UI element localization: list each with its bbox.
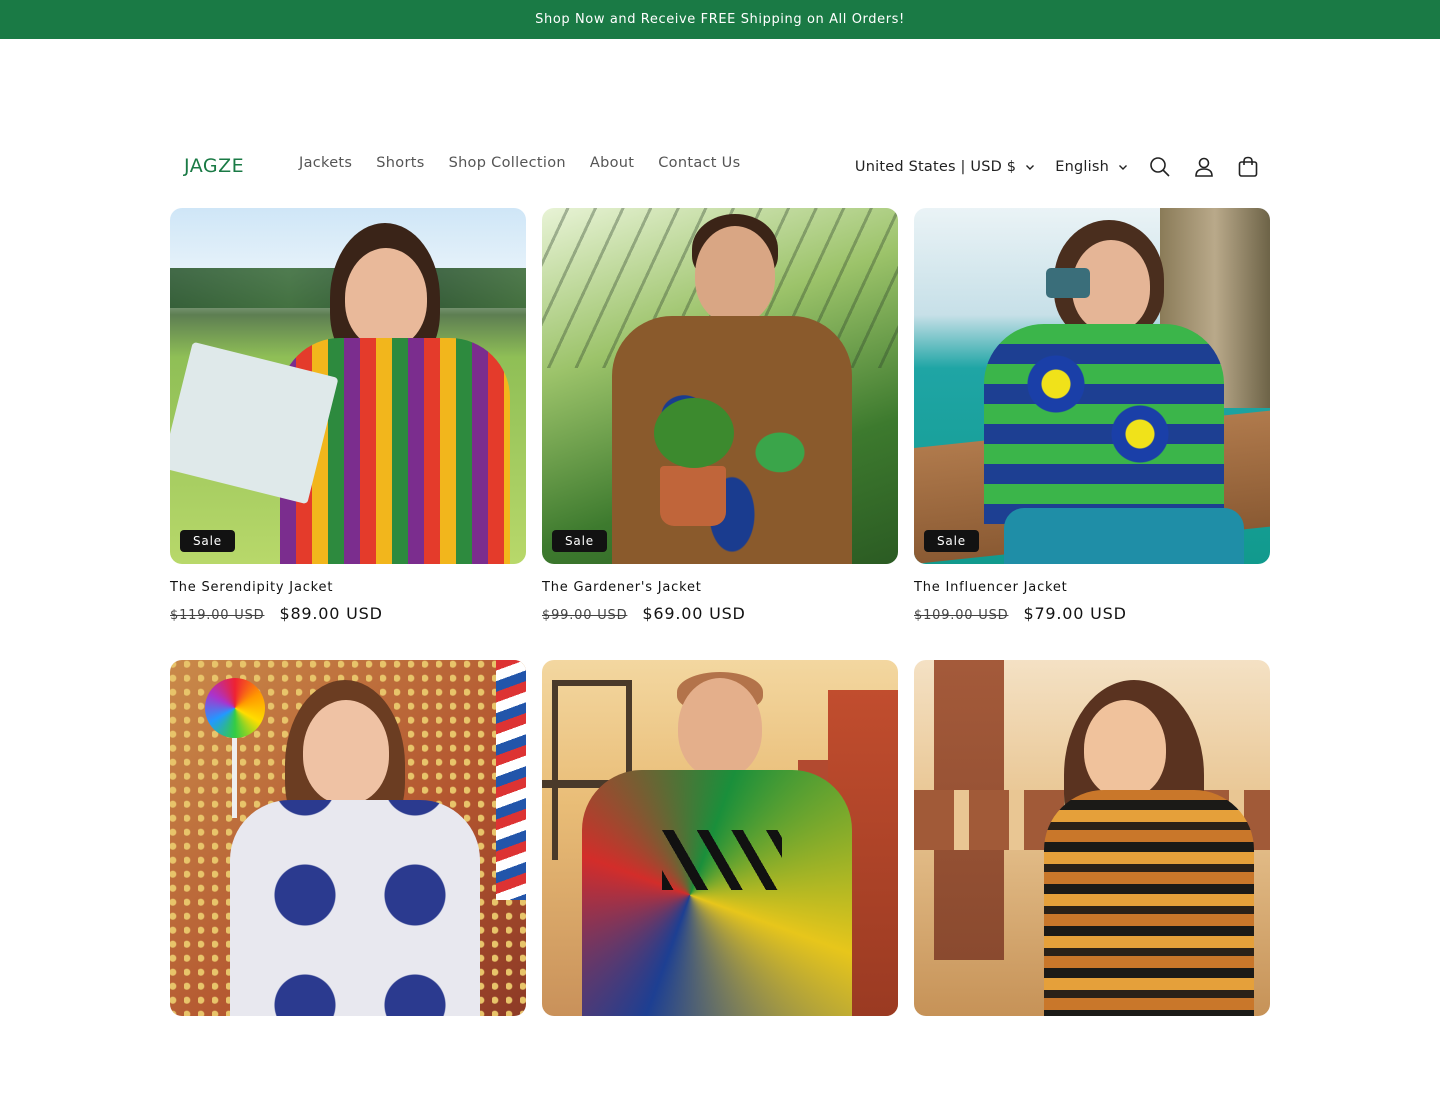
announcement-bar: Shop Now and Receive FREE Shipping on Al… [0,0,1440,39]
product-card[interactable] [914,660,1270,1112]
product-title[interactable]: The Serendipity Jacket [170,580,526,595]
account-icon[interactable] [1182,145,1226,189]
product-card[interactable] [170,660,526,1112]
store-logo[interactable]: JAGZE [184,155,244,177]
compare-price: $119.00 USD [170,608,265,623]
product-image[interactable] [170,660,526,1016]
nav-item-contact-us[interactable]: Contact Us [646,149,752,177]
main-nav: Jackets Shorts Shop Collection About Con… [287,149,752,177]
product-card[interactable]: Sale The Gardener's Jacket $99.00 USD $6… [542,208,898,660]
product-card[interactable]: Sale The Serendipity Jacket $119.00 USD … [170,208,526,660]
product-title[interactable]: The Gardener's Jacket [542,580,898,595]
search-icon[interactable] [1138,145,1182,189]
language-selector-label: English [1055,159,1109,175]
product-title[interactable]: The Influencer Jacket [914,580,1270,595]
product-card[interactable] [542,660,898,1112]
product-image[interactable] [542,660,898,1016]
price-row: $119.00 USD $89.00 USD [170,604,526,623]
country-selector-label: United States | USD $ [854,159,1017,175]
product-image[interactable]: Sale [170,208,526,564]
product-image[interactable]: Sale [914,208,1270,564]
sale-badge: Sale [552,530,607,552]
chevron-down-icon [1025,162,1035,172]
product-card[interactable]: Sale The Influencer Jacket $109.00 USD $… [914,208,1270,660]
country-selector[interactable]: United States | USD $ [845,151,1045,183]
nav-item-shop-collection[interactable]: Shop Collection [437,149,578,177]
nav-item-jackets[interactable]: Jackets [287,149,364,177]
price-row: $109.00 USD $79.00 USD [914,604,1270,623]
language-selector[interactable]: English [1045,151,1138,183]
header-actions: United States | USD $ English [845,145,1270,189]
product-grid: Sale The Serendipity Jacket $119.00 USD … [170,208,1270,1112]
sale-badge: Sale [180,530,235,552]
announcement-text: Shop Now and Receive FREE Shipping on Al… [535,12,905,27]
price-row: $99.00 USD $69.00 USD [542,604,898,623]
site-header: JAGZE Jackets Shorts Shop Collection Abo… [0,39,1440,215]
product-image[interactable] [914,660,1270,1016]
sale-price: $69.00 USD [642,604,746,623]
sale-price: $79.00 USD [1023,604,1127,623]
compare-price: $99.00 USD [542,608,628,623]
nav-item-about[interactable]: About [578,149,646,177]
sale-badge: Sale [924,530,979,552]
cart-icon[interactable] [1226,145,1270,189]
compare-price: $109.00 USD [914,608,1009,623]
nav-item-shorts[interactable]: Shorts [364,149,436,177]
sale-price: $89.00 USD [279,604,383,623]
product-image[interactable]: Sale [542,208,898,564]
chevron-down-icon [1118,162,1128,172]
